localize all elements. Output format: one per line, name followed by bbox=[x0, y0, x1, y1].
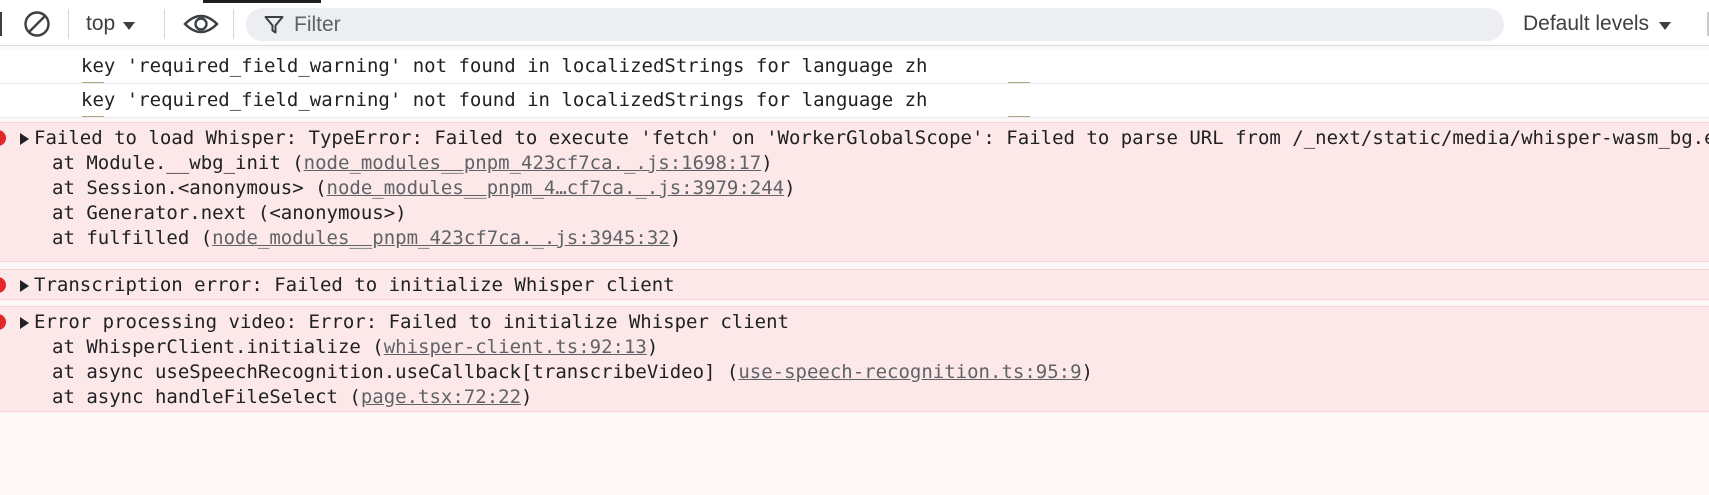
stack-frame: at Session.<anonymous> (node_modules__pn… bbox=[52, 176, 796, 201]
construction-worker-icon bbox=[46, 89, 72, 113]
source-link[interactable]: node_modules__pnpm_423cf7ca._.js:1698:17 bbox=[304, 151, 762, 176]
console-error-message[interactable]: Failed to load Whisper: TypeError: Faile… bbox=[0, 122, 1709, 262]
error-icon bbox=[0, 130, 6, 146]
stack-frame: at async useSpeechRecognition.useCallbac… bbox=[52, 360, 1093, 385]
toolbar-divider bbox=[68, 9, 69, 39]
console-error-message[interactable]: Error processing video: Error: Failed to… bbox=[0, 306, 1709, 412]
log-message-text: key 'required_field_warning' not found i… bbox=[81, 55, 928, 77]
log-levels-dropdown[interactable]: Default levels bbox=[1523, 8, 1672, 40]
stack-frame: at WhisperClient.initialize (whisper-cli… bbox=[52, 335, 659, 360]
chevron-down-icon bbox=[123, 21, 136, 30]
construction-icon bbox=[937, 89, 1032, 117]
source-link[interactable]: node_modules__pnpm_4…cf7ca._.js:3979:244 bbox=[327, 176, 785, 201]
context-selector-label: top bbox=[86, 12, 116, 35]
context-selector[interactable]: top bbox=[86, 8, 136, 40]
stack-frame: at Module.__wbg_init (node_modules__pnpm… bbox=[52, 151, 773, 176]
console-error-message[interactable]: Transcription error: Failed to initializ… bbox=[0, 269, 1709, 300]
error-icon bbox=[0, 314, 6, 330]
error-summary: Error processing video: Error: Failed to… bbox=[34, 311, 789, 333]
chevron-down-icon bbox=[1659, 21, 1672, 30]
error-icon bbox=[0, 277, 6, 293]
log-levels-label: Default levels bbox=[1523, 12, 1650, 35]
source-link[interactable]: page.tsx:72:22 bbox=[361, 385, 521, 410]
console-log-message[interactable]: key 'required_field_warning' not found i… bbox=[0, 50, 1709, 84]
stack-frame: at fulfilled (node_modules__pnpm_423cf7c… bbox=[52, 226, 682, 251]
stack-frame: at Generator.next (<anonymous>) bbox=[52, 202, 407, 224]
error-summary: Failed to load Whisper: TypeError: Faile… bbox=[34, 127, 1709, 149]
filter-box[interactable] bbox=[246, 8, 1504, 41]
expand-triangle-icon[interactable] bbox=[20, 316, 29, 329]
console-log-message[interactable]: key 'required_field_warning' not found i… bbox=[0, 84, 1709, 118]
construction-icon bbox=[937, 55, 1032, 83]
clear-console-button[interactable] bbox=[22, 9, 52, 39]
console-toolbar: top Default levels bbox=[0, 0, 1709, 46]
eye-icon bbox=[183, 14, 219, 34]
construction-icon bbox=[11, 89, 105, 117]
error-summary: Transcription error: Failed to initializ… bbox=[34, 274, 675, 296]
source-link[interactable]: whisper-client.ts:92:13 bbox=[384, 335, 647, 360]
stack-frame: at async handleFileSelect (page.tsx:72:2… bbox=[52, 385, 533, 410]
filter-icon bbox=[264, 15, 284, 33]
source-link[interactable]: use-speech-recognition.ts:95:9 bbox=[738, 360, 1081, 385]
construction-icon bbox=[11, 55, 105, 83]
live-expressions-button[interactable] bbox=[183, 9, 219, 39]
toolbar-left-edge bbox=[0, 12, 2, 36]
expand-triangle-icon[interactable] bbox=[20, 279, 29, 292]
log-message-text: key 'required_field_warning' not found i… bbox=[81, 89, 928, 111]
active-tab-indicator bbox=[203, 0, 321, 3]
toolbar-divider bbox=[164, 9, 165, 39]
clear-console-icon bbox=[24, 11, 50, 37]
construction-worker-icon bbox=[46, 55, 72, 79]
toolbar-divider bbox=[233, 9, 234, 39]
source-link[interactable]: node_modules__pnpm_423cf7ca._.js:3945:32 bbox=[212, 226, 670, 251]
expand-triangle-icon[interactable] bbox=[20, 132, 29, 145]
filter-input[interactable] bbox=[294, 10, 1474, 39]
